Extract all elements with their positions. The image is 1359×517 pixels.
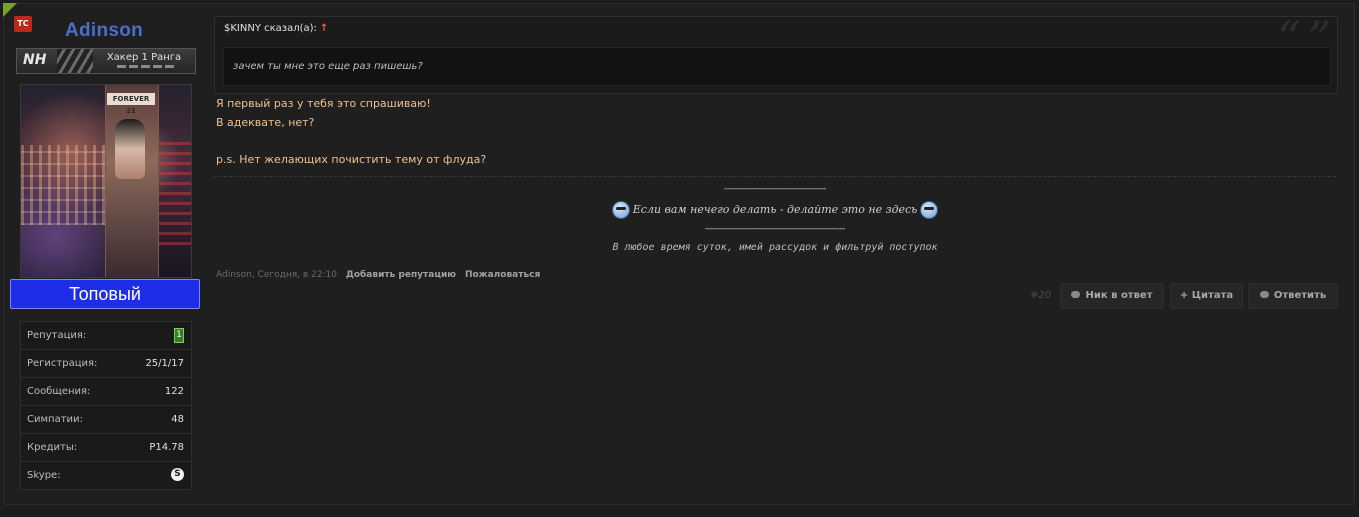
- quote-text: зачем ты мне это еще раз пишешь?: [233, 61, 423, 72]
- quote-author: $KINNY сказал(а):: [224, 23, 317, 34]
- signature-dash-top: -------------------------------------: [724, 184, 826, 194]
- user-stats-table: Репутация: 1 Регистрация: 25/1/17 Сообще…: [20, 321, 192, 490]
- signature-main-text: Если вам нечего делать - делайте это не …: [632, 203, 918, 216]
- rank-stripes-decoration: [57, 49, 93, 73]
- cool-smiley-icon: [920, 201, 939, 219]
- go-to-quote-arrow-icon[interactable]: ↑: [320, 23, 328, 34]
- cool-smiley-icon: [611, 201, 630, 219]
- stat-label: Сообщения:: [27, 386, 91, 397]
- rank-level-pips: [117, 65, 177, 68]
- signature-main: Если вам нечего делать - делайте это не …: [214, 201, 1336, 219]
- stat-label: Симпатии:: [27, 414, 83, 425]
- rank-title: Хакер 1 Ранга: [106, 52, 182, 63]
- corner-marker: [3, 3, 17, 17]
- message-line: Я первый раз у тебя это спрашиваю!: [216, 97, 431, 110]
- nick-reply-button[interactable]: Ник в ответ: [1060, 283, 1164, 309]
- quote-button-label: + Цитата: [1179, 290, 1234, 301]
- quote-body: зачем ты мне это еще раз пишешь?: [223, 47, 1331, 86]
- message-body: Я первый раз у тебя это спрашиваю! В аде…: [216, 95, 486, 169]
- add-reputation-link[interactable]: Добавить репутацию: [346, 270, 456, 280]
- stat-row-skype: Skype: S: [21, 462, 191, 489]
- message-line: В адеквате, нет?: [216, 115, 315, 129]
- avatar[interactable]: FOREVER 21: [20, 84, 192, 278]
- reply-label: Ответить: [1273, 290, 1327, 301]
- stat-label: Репутация:: [27, 330, 87, 341]
- stat-value: 25/1/17: [145, 358, 184, 369]
- stat-value: 122: [164, 386, 184, 397]
- report-link[interactable]: Пожаловаться: [465, 270, 540, 280]
- stat-label: Кредиты:: [27, 442, 78, 453]
- rank-bar: NH Хакер 1 Ранга: [16, 48, 196, 74]
- skype-icon[interactable]: S: [171, 468, 184, 481]
- stat-label: Skype:: [27, 470, 61, 481]
- user-status-badge: Топовый: [10, 279, 200, 309]
- quote-button[interactable]: + Цитата: [1170, 283, 1243, 309]
- quote-header: $KINNY сказал(а): ↑: [224, 23, 328, 34]
- stat-row-likes: Симпатии: 48: [21, 406, 191, 434]
- stat-row-registration: Регистрация: 25/1/17: [21, 350, 191, 378]
- post-author-time[interactable]: Adinson, Сегодня, в 22:10: [216, 270, 337, 280]
- reputation-badge: 1: [174, 328, 184, 343]
- quote-block: $KINNY сказал(а): ↑ “ ” зачем ты мне это …: [214, 11, 1338, 94]
- post-meta: Adinson, Сегодня, в 22:10 Добавить репут…: [216, 270, 540, 280]
- stat-value: 48: [171, 414, 184, 425]
- signature-divider: [214, 176, 1336, 177]
- signature-motto: В любое время суток, имей рассудок и фил…: [612, 242, 938, 253]
- stat-label: Регистрация:: [27, 358, 98, 369]
- stat-row-credits: Кредиты: P14.78: [21, 434, 191, 462]
- avatar-sign: FOREVER 21: [107, 93, 155, 115]
- message-line: [216, 132, 486, 151]
- reply-button[interactable]: Ответить: [1248, 283, 1338, 309]
- avatar-lights: [21, 145, 105, 225]
- stat-value: P14.78: [149, 442, 184, 453]
- stat-row-messages: Сообщения: 122: [21, 378, 191, 406]
- speech-bubble-icon: [1071, 291, 1081, 298]
- speech-bubble-icon: [1259, 291, 1269, 298]
- username[interactable]: Adinson: [14, 20, 194, 42]
- stat-row-reputation: Репутация: 1: [21, 322, 191, 350]
- avatar-face: [115, 119, 145, 179]
- rank-logo: NH: [23, 52, 47, 68]
- signature-dash-bottom: ----------------------------------------…: [704, 224, 846, 234]
- avatar-lights-right: [159, 135, 191, 245]
- nick-reply-label: Ник в ответ: [1085, 290, 1153, 301]
- post-number[interactable]: #20: [1030, 290, 1051, 301]
- message-line: p.s. Нет желающих почистить тему от флуд…: [216, 152, 487, 166]
